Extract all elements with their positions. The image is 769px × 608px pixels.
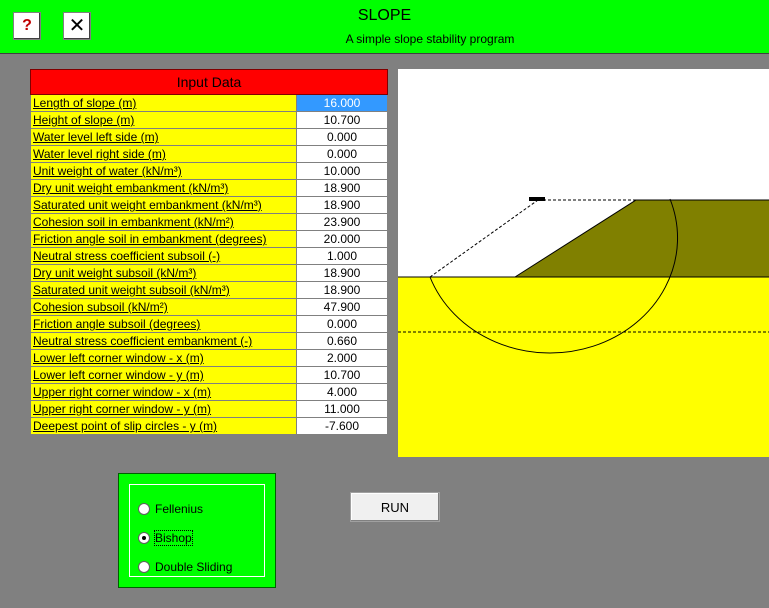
- input-row-value[interactable]: 2.000: [295, 349, 389, 367]
- input-row: Water level left side (m) 0.000: [30, 128, 389, 146]
- input-row-value[interactable]: 0.660: [295, 332, 389, 350]
- input-row: Water level right side (m) 0.000: [30, 145, 389, 163]
- input-row-label: Water level left side (m): [30, 128, 297, 146]
- input-row: Lower left corner window - x (m) 2.000: [30, 349, 389, 367]
- input-row-value[interactable]: 20.000: [295, 230, 389, 248]
- input-row-value[interactable]: 16.000: [295, 94, 389, 112]
- input-row-label: Neutral stress coefficient embankment (-…: [30, 332, 297, 350]
- input-row-value[interactable]: 10.700: [295, 111, 389, 129]
- radio-double-sliding-dot[interactable]: [138, 561, 150, 573]
- input-row-label: Saturated unit weight subsoil (kN/m³): [30, 281, 297, 299]
- input-row-label: Lower left corner window - y (m): [30, 366, 297, 384]
- input-row-value[interactable]: 0.000: [295, 128, 389, 146]
- input-row-value[interactable]: 1.000: [295, 247, 389, 265]
- input-row-value[interactable]: 18.900: [295, 179, 389, 197]
- input-row: Dry unit weight subsoil (kN/m³) 18.900: [30, 264, 389, 282]
- input-row-value[interactable]: 18.900: [295, 281, 389, 299]
- input-row-label: Cohesion soil in embankment (kN/m²): [30, 213, 297, 231]
- slope-drawing: [398, 69, 769, 457]
- input-row: Neutral stress coefficient embankment (-…: [30, 332, 389, 350]
- radio-double-sliding[interactable]: Double Sliding: [138, 557, 232, 577]
- radio-double-sliding-label: Double Sliding: [155, 560, 233, 574]
- input-row-label: Neutral stress coefficient subsoil (-): [30, 247, 297, 265]
- input-row: Friction angle soil in embankment (degre…: [30, 230, 389, 248]
- input-row: Cohesion soil in embankment (kN/m²) 23.90…: [30, 213, 389, 231]
- input-row-label: Dry unit weight subsoil (kN/m³): [30, 264, 297, 282]
- input-row: Cohesion subsoil (kN/m²) 47.900: [30, 298, 389, 316]
- input-row-label: Deepest point of slip circles - y (m): [30, 417, 297, 435]
- input-row: Lower left corner window - y (m) 10.700: [30, 366, 389, 384]
- input-row-value[interactable]: -7.600: [295, 417, 389, 435]
- input-row-value[interactable]: 10.700: [295, 366, 389, 384]
- input-row-label: Cohesion subsoil (kN/m²): [30, 298, 297, 316]
- subsoil-layer: [398, 277, 769, 457]
- input-row: Saturated unit weight embankment (kN/m³)…: [30, 196, 389, 214]
- run-button[interactable]: RUN: [350, 492, 440, 522]
- input-row-label: Length of slope (m): [30, 94, 297, 112]
- method-group-frame: Fellenius Bishop Double Sliding: [129, 484, 265, 577]
- radio-bishop-dot[interactable]: [138, 532, 150, 544]
- input-row-label: Water level right side (m): [30, 145, 297, 163]
- input-data-header: Input Data: [29, 69, 389, 95]
- input-row-value[interactable]: 11.000: [295, 400, 389, 418]
- input-row-label: Height of slope (m): [30, 111, 297, 129]
- input-row: Saturated unit weight subsoil (kN/m³) 18.…: [30, 281, 389, 299]
- input-row-value[interactable]: 18.900: [295, 264, 389, 282]
- input-row: Neutral stress coefficient subsoil (-) 1.…: [30, 247, 389, 265]
- input-row-label: Upper right corner window - y (m): [30, 400, 297, 418]
- input-row: Height of slope (m) 10.700: [30, 111, 389, 129]
- radio-fellenius-label: Fellenius: [155, 502, 204, 516]
- input-row-label: Dry unit weight embankment (kN/m³): [30, 179, 297, 197]
- input-row-label: Friction angle soil in embankment (degre…: [30, 230, 297, 248]
- input-row: Unit weight of water (kN/m³) 10.000: [30, 162, 389, 180]
- circle-centre-marker: [529, 197, 545, 201]
- app-title: SLOPE: [357, 7, 412, 24]
- input-data-table: Input Data Length of slope (m) 16.000 Heig…: [29, 69, 389, 435]
- input-row-value[interactable]: 18.900: [295, 196, 389, 214]
- input-row: Upper right corner window - x (m) 4.000: [30, 383, 389, 401]
- input-row-label: Friction angle subsoil (degrees): [30, 315, 297, 333]
- app-subtitle: A simple slope stability program: [345, 32, 515, 46]
- input-row-value[interactable]: 23.900: [295, 213, 389, 231]
- title-bar: ? ✕ SLOPE A simple slope stability progr…: [0, 0, 769, 54]
- input-row: Length of slope (m) 16.000: [30, 94, 389, 112]
- input-row-label: Lower left corner window - x (m): [30, 349, 297, 367]
- input-row-label: Unit weight of water (kN/m³): [30, 162, 297, 180]
- input-row-label: Upper right corner window - x (m): [30, 383, 297, 401]
- input-row-value[interactable]: 0.000: [295, 315, 389, 333]
- radio-bishop-label: Bishop: [154, 530, 193, 546]
- input-row-value[interactable]: 0.000: [295, 145, 389, 163]
- input-row-value[interactable]: 4.000: [295, 383, 389, 401]
- radio-fellenius-dot[interactable]: [138, 503, 150, 515]
- input-row: Friction angle subsoil (degrees) 0.000: [30, 315, 389, 333]
- input-row: Dry unit weight embankment (kN/m³) 18.900: [30, 179, 389, 197]
- input-row-label: Saturated unit weight embankment (kN/m³): [30, 196, 297, 214]
- input-row-value[interactable]: 47.900: [295, 298, 389, 316]
- input-row: Deepest point of slip circles - y (m) -7.…: [30, 417, 389, 435]
- method-group: Fellenius Bishop Double Sliding: [118, 473, 276, 588]
- input-row-value[interactable]: 10.000: [295, 162, 389, 180]
- radio-bishop[interactable]: Bishop: [138, 528, 193, 548]
- radio-fellenius[interactable]: Fellenius: [138, 499, 203, 519]
- input-row: Upper right corner window - y (m) 11.000: [30, 400, 389, 418]
